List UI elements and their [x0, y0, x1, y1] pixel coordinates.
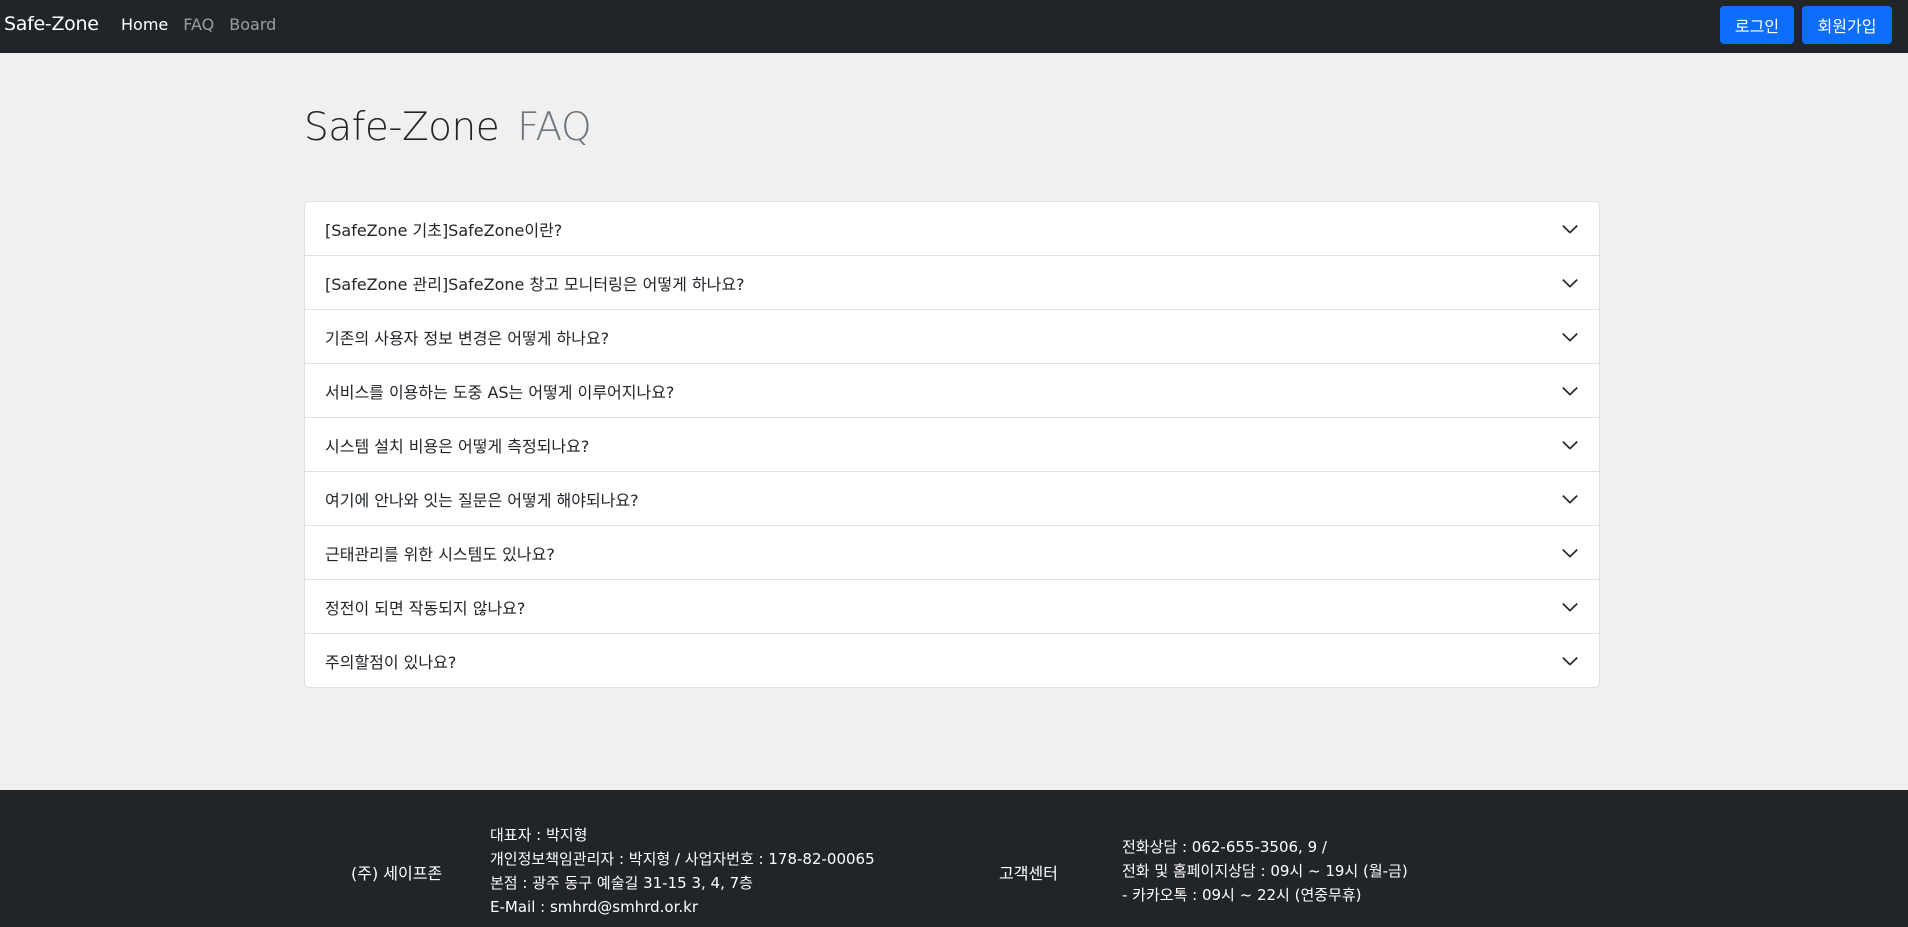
page-title-sub: FAQ	[517, 105, 592, 150]
footer-privacy-manager: 개인정보책임관리자 : 박지형 / 사업자번호 : 178-82-00065	[490, 850, 875, 868]
chevron-down-icon	[1562, 548, 1578, 558]
faq-question: [SafeZone 관리]SafeZone 창고 모니터링은 어떻게 하나요?	[325, 274, 745, 294]
footer-customer-center: 고객센터	[999, 864, 1058, 883]
faq-question: 여기에 안나와 잇는 질문은 어떻게 해야되나요?	[325, 490, 639, 510]
chevron-down-icon	[1562, 224, 1578, 234]
nav-link-faq[interactable]: FAQ	[183, 15, 214, 34]
chevron-down-icon	[1562, 386, 1578, 396]
chevron-down-icon	[1562, 494, 1578, 504]
footer-email: E-Mail : smhrd@smhrd.or.kr	[490, 898, 699, 916]
faq-question: 근태관리를 위한 시스템도 있나요?	[325, 544, 555, 564]
faq-item[interactable]: 여기에 안나와 잇는 질문은 어떻게 해야되나요?	[305, 472, 1599, 526]
faq-question: 주의할점이 있나요?	[325, 652, 457, 672]
faq-item[interactable]: 근태관리를 위한 시스템도 있나요?	[305, 526, 1599, 580]
footer-phone: 전화상담 : 062-655-3506, 9 /	[1122, 838, 1327, 856]
chevron-down-icon	[1562, 332, 1578, 342]
footer-hours: 전화 및 홈페이지상담 : 09시 ~ 19시 (월-금)	[1122, 862, 1408, 880]
footer: (주) 세이프존 대표자 : 박지형 개인정보책임관리자 : 박지형 / 사업자…	[0, 790, 1908, 927]
top-navbar: Safe-Zone Home FAQ Board 로그인 회원가입	[0, 0, 1908, 53]
page-title-main: Safe-Zone	[304, 105, 500, 150]
nav-links: Home FAQ Board	[121, 15, 291, 34]
login-button[interactable]: 로그인	[1720, 6, 1794, 44]
footer-kakao: - 카카오톡 : 09시 ~ 22시 (연중무휴)	[1122, 886, 1362, 904]
faq-question: 정전이 되면 작동되지 않나요?	[325, 598, 526, 618]
footer-company-name: (주) 세이프존	[351, 864, 443, 883]
nav-link-home[interactable]: Home	[121, 15, 168, 34]
faq-item[interactable]: 주의할점이 있나요?	[305, 634, 1599, 687]
faq-item[interactable]: 시스템 설치 비용은 어떻게 측정되나요?	[305, 418, 1599, 472]
chevron-down-icon	[1562, 602, 1578, 612]
faq-item[interactable]: 기존의 사용자 정보 변경은 어떻게 하나요?	[305, 310, 1599, 364]
brand-logo[interactable]: Safe-Zone	[4, 13, 99, 35]
faq-item[interactable]: [SafeZone 관리]SafeZone 창고 모니터링은 어떻게 하나요?	[305, 256, 1599, 310]
faq-question: [SafeZone 기초]SafeZone이란?	[325, 220, 563, 240]
faq-question: 시스템 설치 비용은 어떻게 측정되나요?	[325, 436, 590, 456]
footer-address: 본점 : 광주 동구 예술길 31-15 3, 4, 7층	[490, 874, 753, 892]
nav-link-board[interactable]: Board	[229, 15, 276, 34]
signup-button[interactable]: 회원가입	[1802, 6, 1892, 44]
faq-accordion: [SafeZone 기초]SafeZone이란? [SafeZone 관리]Sa…	[304, 201, 1600, 688]
page-title: Safe-Zone FAQ	[304, 105, 592, 150]
footer-company-info: 대표자 : 박지형 개인정보책임관리자 : 박지형 / 사업자번호 : 178-…	[490, 823, 875, 919]
faq-question: 서비스를 이용하는 도중 AS는 어떻게 이루어지나요?	[325, 382, 675, 402]
footer-ceo: 대표자 : 박지형	[490, 826, 588, 844]
chevron-down-icon	[1562, 656, 1578, 666]
footer-contact-info: 전화상담 : 062-655-3506, 9 / 전화 및 홈페이지상담 : 0…	[1122, 835, 1408, 907]
faq-item[interactable]: 서비스를 이용하는 도중 AS는 어떻게 이루어지나요?	[305, 364, 1599, 418]
faq-question: 기존의 사용자 정보 변경은 어떻게 하나요?	[325, 328, 610, 348]
faq-item[interactable]: [SafeZone 기초]SafeZone이란?	[305, 202, 1599, 256]
faq-item[interactable]: 정전이 되면 작동되지 않나요?	[305, 580, 1599, 634]
chevron-down-icon	[1562, 278, 1578, 288]
chevron-down-icon	[1562, 440, 1578, 450]
